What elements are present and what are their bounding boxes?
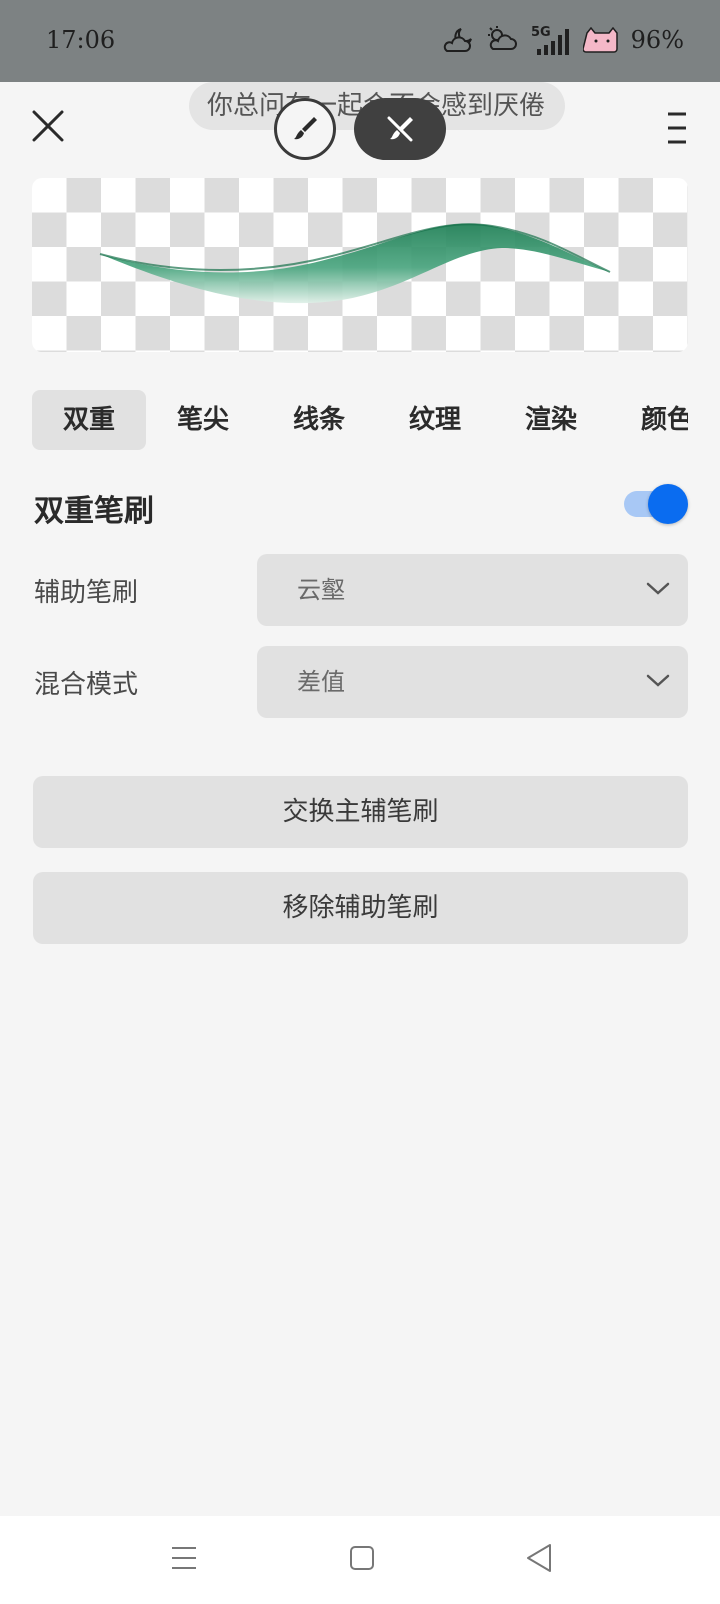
blend-mode-select[interactable]: 差值	[257, 646, 688, 718]
eraser-mode-button[interactable]	[354, 98, 446, 160]
tab-tip[interactable]: 笔尖	[146, 390, 260, 450]
brush-mode-button[interactable]	[274, 98, 336, 160]
tab-dual[interactable]: 双重	[32, 390, 146, 450]
secondary-brush-label: 辅助笔刷	[34, 578, 139, 608]
cloudy-sun-icon	[487, 26, 517, 50]
secondary-brush-value: 云壑	[297, 576, 345, 604]
secondary-brush-select[interactable]: 云壑	[257, 554, 688, 626]
swap-brushes-button[interactable]: 交换主辅笔刷	[33, 776, 688, 848]
status-time: 17:06	[46, 26, 116, 54]
brush-stroke-preview	[99, 223, 611, 304]
battery-percent: 96%	[630, 26, 684, 54]
signal-5g-icon: 5G	[531, 25, 569, 55]
dual-brush-toggle[interactable]	[624, 482, 690, 524]
tab-line[interactable]: 线条	[262, 390, 376, 450]
home-square-icon[interactable]	[348, 1544, 376, 1572]
tab-color[interactable]: 颜色	[610, 390, 688, 450]
tab-render[interactable]: 渲染	[494, 390, 608, 450]
blend-mode-label: 混合模式	[34, 670, 139, 700]
brush-icon	[294, 117, 317, 140]
brush-tabs: 双重 笔尖 线条 纹理 渲染 颜色	[32, 390, 688, 450]
chevron-down-icon	[646, 582, 670, 595]
brush-settings-screen: 你总问在一起会不会感到厌倦	[0, 82, 720, 1516]
status-bar: 17:06 5G 96%	[0, 0, 720, 82]
eraser-icon	[387, 116, 413, 142]
brush-preview	[32, 178, 688, 352]
toggle-knob	[648, 484, 688, 524]
section-title: 双重笔刷	[34, 494, 154, 529]
menu-button[interactable]	[660, 108, 694, 148]
back-triangle-icon[interactable]	[524, 1542, 554, 1574]
system-nav-bar	[0, 1516, 720, 1604]
chevron-down-icon	[646, 674, 670, 687]
close-button[interactable]	[28, 106, 68, 146]
close-icon	[32, 110, 64, 142]
network-label: 5G	[531, 25, 551, 40]
tab-texture[interactable]: 纹理	[378, 390, 492, 450]
status-icons: 5G 96%	[441, 22, 684, 58]
remove-secondary-brush-button[interactable]: 移除辅助笔刷	[33, 872, 688, 944]
menu-icon	[668, 112, 686, 144]
battery-cat-icon	[582, 27, 618, 53]
menu-lines-icon[interactable]	[170, 1544, 198, 1572]
cloudy-night-icon	[443, 28, 472, 52]
blend-mode-value: 差值	[297, 668, 345, 696]
